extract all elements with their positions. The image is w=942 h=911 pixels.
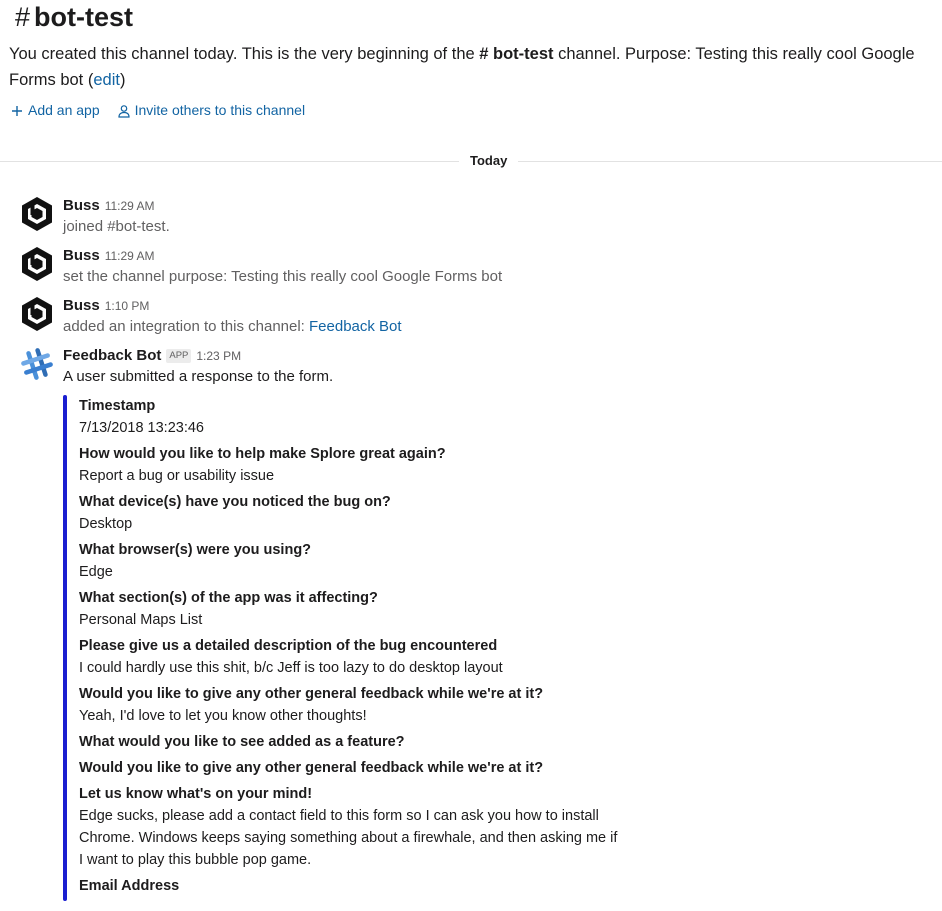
message-timestamp[interactable]: 1:10 PM xyxy=(105,296,150,316)
message-text: set the channel purpose: Testing this re… xyxy=(63,268,503,285)
message-timestamp[interactable]: 1:23 PM xyxy=(196,346,241,366)
attachment-field: What would you like to see added as a fe… xyxy=(79,731,739,753)
field-title: How would you like to help make Splore g… xyxy=(79,446,446,462)
invite-others-label: Invite others to this channel xyxy=(134,102,306,118)
sender-name[interactable]: Buss xyxy=(63,246,100,266)
message-text: A user submitted a response to the form. xyxy=(63,368,334,385)
message-text: joined #bot-test. xyxy=(63,218,170,235)
channel-intro: You created this channel today. This is … xyxy=(9,41,919,93)
field-value: Personal Maps List xyxy=(79,612,203,628)
field-title: Please give us a detailed description of… xyxy=(79,638,498,654)
field-title: What device(s) have you noticed the bug … xyxy=(79,494,391,510)
intro-end: ) xyxy=(119,71,126,89)
channel-hash: # xyxy=(15,2,31,32)
field-value: Desktop xyxy=(79,516,133,532)
field-value-line: Edge sucks, please add a contact field t… xyxy=(79,808,599,824)
channel-name: bot-test xyxy=(34,2,134,32)
app-badge: APP xyxy=(166,349,192,363)
field-value: 7/13/2018 13:23:46 xyxy=(79,420,204,436)
plus-icon xyxy=(10,103,24,117)
invite-others-button[interactable]: Invite others to this channel xyxy=(117,100,305,120)
field-title: What would you like to see added as a fe… xyxy=(79,734,405,750)
message-header: Buss 11:29 AM xyxy=(63,196,155,216)
attachment-accent-bar xyxy=(63,395,67,901)
attachment-field: Would you like to give any other general… xyxy=(79,757,739,779)
attachment-field: What browser(s) were you using? Edge xyxy=(79,539,739,583)
channel-actions: Add an app Invite others to this channel xyxy=(10,100,305,120)
field-title: Would you like to give any other general… xyxy=(79,760,544,776)
person-icon xyxy=(117,103,131,118)
field-title: Timestamp xyxy=(79,398,156,414)
message-text: added an integration to this channel: Fe… xyxy=(63,317,402,337)
attachment-field: What section(s) of the app was it affect… xyxy=(79,587,739,631)
day-divider-label: Today xyxy=(459,151,519,171)
attachment-field: Email Address xyxy=(79,875,739,897)
attachment-fields: Timestamp 7/13/2018 13:23:46 How would y… xyxy=(79,395,739,901)
intro-channel-ref[interactable]: # bot-test xyxy=(479,45,553,63)
message-timestamp[interactable]: 11:29 AM xyxy=(105,196,155,216)
sender-name[interactable]: Buss xyxy=(63,296,100,316)
field-title: What section(s) of the app was it affect… xyxy=(79,590,378,606)
field-title: Would you like to give any other general… xyxy=(79,686,544,702)
attachment-field: Let us know what's on your mind! Edge su… xyxy=(79,783,739,871)
field-value-line: Chrome. Windows keeps saying something a… xyxy=(79,830,618,846)
field-title: Let us know what's on your mind! xyxy=(79,786,313,802)
message-header: Buss 11:29 AM xyxy=(63,246,155,266)
intro-prefix: You created this channel today. This is … xyxy=(9,45,480,63)
message-header: Buss 1:10 PM xyxy=(63,296,149,316)
field-value: Edge xyxy=(79,564,113,580)
add-app-label: Add an app xyxy=(28,102,100,118)
attachment-field: Would you like to give any other general… xyxy=(79,683,739,727)
field-value: Report a bug or usability issue xyxy=(79,468,275,484)
sender-name[interactable]: Feedback Bot xyxy=(63,346,161,366)
message-timestamp[interactable]: 11:29 AM xyxy=(105,246,155,266)
add-app-button[interactable]: Add an app xyxy=(10,100,100,120)
field-title: What browser(s) were you using? xyxy=(79,542,312,558)
attachment-field: What device(s) have you noticed the bug … xyxy=(79,491,739,535)
field-value: I could hardly use this shit, b/c Jeff i… xyxy=(79,660,503,676)
slack-hash-logo-icon[interactable] xyxy=(19,346,55,382)
hexagon-b-logo-icon[interactable] xyxy=(19,296,55,332)
attachment-field: Timestamp 7/13/2018 13:23:46 xyxy=(79,395,739,439)
sender-name[interactable]: Buss xyxy=(63,196,100,216)
integration-link[interactable]: Feedback Bot xyxy=(309,318,402,335)
edit-purpose-link[interactable]: edit xyxy=(93,71,120,89)
hexagon-b-logo-icon[interactable] xyxy=(19,196,55,232)
channel-title: # bot-test xyxy=(15,0,133,34)
attachment-field: How would you like to help make Splore g… xyxy=(79,443,739,487)
field-value-line: I want to play this bubble pop game. xyxy=(79,852,312,868)
field-title: Email Address xyxy=(79,878,180,894)
message-header: Feedback Bot APP 1:23 PM xyxy=(63,346,241,366)
attachment-field: Please give us a detailed description of… xyxy=(79,635,739,679)
hexagon-b-logo-icon[interactable] xyxy=(19,246,55,282)
message-text-prefix: added an integration to this channel: xyxy=(63,318,310,335)
form-response-attachment: Timestamp 7/13/2018 13:23:46 How would y… xyxy=(63,395,763,901)
field-value: Yeah, I'd love to let you know other tho… xyxy=(79,708,367,724)
